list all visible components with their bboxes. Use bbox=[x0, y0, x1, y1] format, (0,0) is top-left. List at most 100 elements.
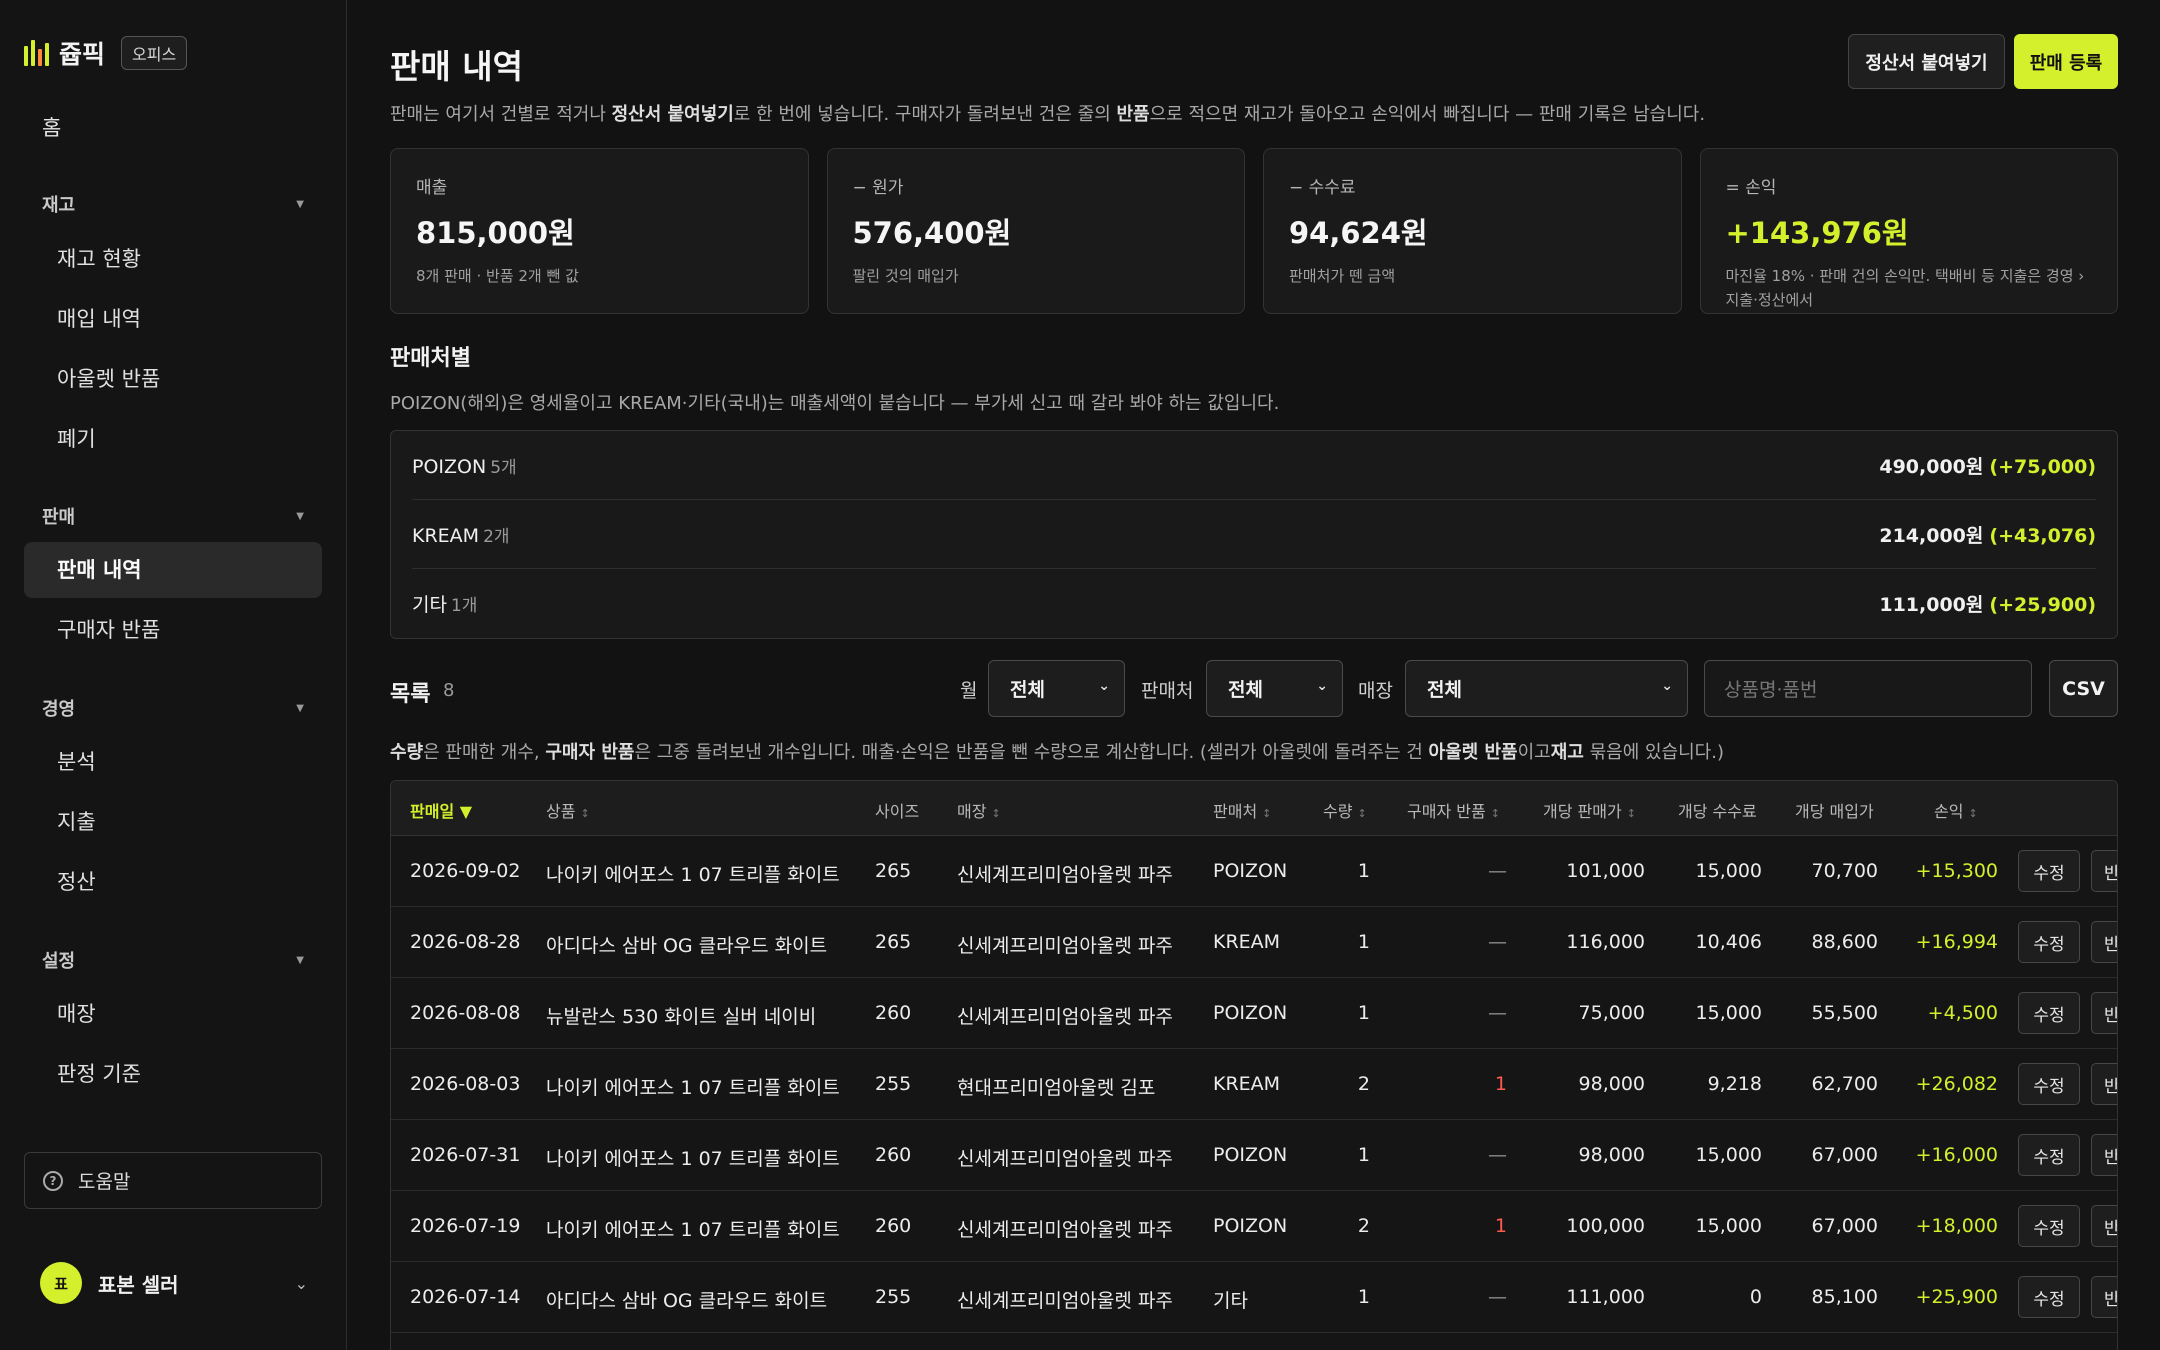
csv-export-button[interactable]: CSV bbox=[2049, 660, 2118, 717]
edit-button[interactable]: 수정 bbox=[2018, 850, 2080, 892]
channel-profit: (+43,076) bbox=[1989, 524, 2096, 547]
channel-row: POIZON 5개 490,000원 (+75,000) bbox=[412, 431, 2096, 500]
cell-unit-cost: 70,700 bbox=[1811, 860, 1878, 882]
sidebar-item-disposal[interactable]: 폐기 bbox=[24, 411, 322, 467]
store-select[interactable]: 전체 ⌄ bbox=[1405, 660, 1688, 717]
cell-qty: 1 bbox=[1357, 1286, 1370, 1308]
sidebar-item-analysis[interactable]: 분석 bbox=[24, 734, 322, 790]
card-label: − 원가 bbox=[852, 178, 904, 198]
col-product[interactable]: 상품 ↕ bbox=[546, 798, 590, 822]
user-name: 표본 셀러 bbox=[98, 1272, 179, 1297]
paste-settlement-button[interactable]: 정산서 붙여넣기 bbox=[1848, 34, 2005, 89]
summary-card-revenue: 매출 815,000원 8개 판매 · 반품 2개 뺀 값 bbox=[390, 148, 809, 314]
edit-button[interactable]: 수정 bbox=[2018, 1134, 2080, 1176]
cell-unit-fee: 15,000 bbox=[1695, 1215, 1762, 1237]
return-button[interactable]: 반 bbox=[2091, 1205, 2117, 1247]
cell-date: 2026-09-02 bbox=[410, 860, 521, 882]
cell-unit-fee: 15,000 bbox=[1695, 1144, 1762, 1166]
nav-group-management[interactable]: 경영 ▼ bbox=[42, 695, 304, 721]
cell-qty: 1 bbox=[1357, 860, 1370, 882]
cell-unit-cost: 67,000 bbox=[1811, 1144, 1878, 1166]
help-label: 도움말 bbox=[78, 1171, 131, 1193]
sidebar-item-purchases[interactable]: 매입 내역 bbox=[24, 291, 322, 347]
channel-count: 5개 bbox=[490, 457, 517, 478]
logo-bars-icon bbox=[24, 40, 49, 66]
sort-icon: ↕ bbox=[1626, 807, 1636, 820]
channel-row: 기타 1개 111,000원 (+25,900) bbox=[412, 569, 2096, 638]
col-channel[interactable]: 판매처 ↕ bbox=[1213, 798, 1271, 822]
cell-date: 2026-08-28 bbox=[410, 931, 521, 953]
sidebar-item-expenses[interactable]: 지출 bbox=[24, 794, 322, 850]
cell-buyer-return: — bbox=[1488, 1144, 1507, 1166]
edit-button[interactable]: 수정 bbox=[2018, 921, 2080, 963]
store-select-value: 전체 bbox=[1427, 679, 1462, 701]
cell-size: 255 bbox=[875, 1073, 912, 1095]
sort-icon: ↕ bbox=[1490, 807, 1500, 820]
col-sale-date[interactable]: 판매일 ▼ bbox=[410, 798, 472, 822]
register-sale-button[interactable]: 판매 등록 bbox=[2014, 34, 2118, 89]
col-buyer-return[interactable]: 구매자 반품 ↕ bbox=[1407, 798, 1500, 822]
return-button[interactable]: 반 bbox=[2091, 1134, 2117, 1176]
sidebar-item-settlement[interactable]: 정산 bbox=[24, 854, 322, 910]
nav-group-sales[interactable]: 판매 ▼ bbox=[42, 503, 304, 529]
chevron-down-icon: ⌄ bbox=[1316, 678, 1328, 694]
caret-down-icon: ▼ bbox=[296, 702, 304, 714]
month-select[interactable]: 전체 ⌄ bbox=[988, 660, 1125, 717]
cell-size: 265 bbox=[875, 931, 912, 953]
col-qty[interactable]: 수량 ↕ bbox=[1323, 798, 1367, 822]
col-store[interactable]: 매장 ↕ bbox=[957, 798, 1001, 822]
cell-product: 나이키 에어포스 1 07 트리플 화이트 bbox=[546, 1077, 840, 1099]
return-button[interactable]: 반 bbox=[2091, 1276, 2117, 1318]
channel-amount: 490,000원 bbox=[1879, 455, 1984, 478]
cell-channel: POIZON bbox=[1213, 860, 1288, 882]
cell-store: 신세계프리미엄아울렛 파주 bbox=[957, 1148, 1173, 1170]
edit-button[interactable]: 수정 bbox=[2018, 1276, 2080, 1318]
sort-icon: ↕ bbox=[1968, 807, 1978, 820]
col-unit-price[interactable]: 개당 판매가 ↕ bbox=[1543, 798, 1636, 822]
sidebar-item-buyer-returns[interactable]: 구매자 반품 bbox=[24, 602, 322, 658]
search-input[interactable]: 상품명·품번 bbox=[1704, 660, 2032, 717]
sidebar-item-sales-history[interactable]: 판매 내역 bbox=[24, 542, 322, 598]
col-profit[interactable]: 손익 ↕ bbox=[1934, 798, 1978, 822]
help-circle-icon: ? bbox=[43, 1170, 63, 1191]
channel-name: KREAM bbox=[412, 524, 480, 547]
return-button[interactable]: 반 bbox=[2091, 992, 2117, 1034]
cell-store: 신세계프리미엄아울렛 파주 bbox=[957, 864, 1173, 886]
cell-buyer-return: 1 bbox=[1494, 1215, 1507, 1237]
channel-amount: 111,000원 bbox=[1879, 594, 1984, 616]
user-menu[interactable]: 표 표본 셀러 ⌄ bbox=[40, 1262, 308, 1304]
cell-channel: KREAM bbox=[1213, 1073, 1281, 1095]
sidebar-item-home[interactable]: 홈 bbox=[42, 112, 61, 142]
table-row: 2026-07-31 나이키 에어포스 1 07 트리플 화이트 260 신세계프리미… bbox=[391, 1120, 2117, 1191]
cell-qty: 2 bbox=[1357, 1215, 1370, 1237]
sidebar-item-criteria[interactable]: 판정 기준 bbox=[24, 1046, 322, 1102]
nav-group-settings[interactable]: 설정 ▼ bbox=[42, 947, 304, 973]
cell-unit-price: 100,000 bbox=[1566, 1215, 1645, 1237]
cell-channel: POIZON bbox=[1213, 1144, 1288, 1166]
cell-channel: KREAM bbox=[1213, 931, 1281, 953]
edit-button[interactable]: 수정 bbox=[2018, 1063, 2080, 1105]
table-row: 2026-08-08 뉴발란스 530 화이트 실버 네이비 260 신세계프리미엄아… bbox=[391, 978, 2117, 1049]
edit-button[interactable]: 수정 bbox=[2018, 1205, 2080, 1247]
sidebar-item-outlet-returns[interactable]: 아울렛 반품 bbox=[24, 351, 322, 407]
help-button[interactable]: ? 도움말 bbox=[24, 1152, 322, 1209]
col-size: 사이즈 bbox=[875, 802, 920, 821]
page-title: 판매 내역 bbox=[390, 47, 523, 86]
caret-down-icon: ▼ bbox=[296, 510, 304, 522]
return-button[interactable]: 반 bbox=[2091, 1063, 2117, 1105]
cell-unit-price: 75,000 bbox=[1578, 1002, 1645, 1024]
nav-group-inventory[interactable]: 재고 ▼ bbox=[42, 191, 304, 217]
cell-unit-fee: 15,000 bbox=[1695, 860, 1762, 882]
return-button[interactable]: 반 bbox=[2091, 921, 2117, 963]
return-button[interactable]: 반 bbox=[2091, 850, 2117, 892]
col-unit-fee: 개당 수수료 bbox=[1678, 802, 1757, 821]
channel-select[interactable]: 전체 ⌄ bbox=[1206, 660, 1343, 717]
cell-unit-fee: 15,000 bbox=[1695, 1002, 1762, 1024]
sidebar: 쥽픽 오피스 홈 재고 ▼ 재고 현황 매입 내역 아울렛 반품 폐기 판매 ▼… bbox=[0, 0, 347, 1350]
sidebar-item-inventory-status[interactable]: 재고 현황 bbox=[24, 231, 322, 287]
edit-button[interactable]: 수정 bbox=[2018, 992, 2080, 1034]
card-value: 815,000원 bbox=[416, 216, 575, 250]
sidebar-item-stores[interactable]: 매장 bbox=[24, 986, 322, 1042]
app-logo[interactable]: 쥽픽 오피스 bbox=[24, 35, 188, 71]
nav-group-label: 경영 bbox=[42, 699, 76, 720]
